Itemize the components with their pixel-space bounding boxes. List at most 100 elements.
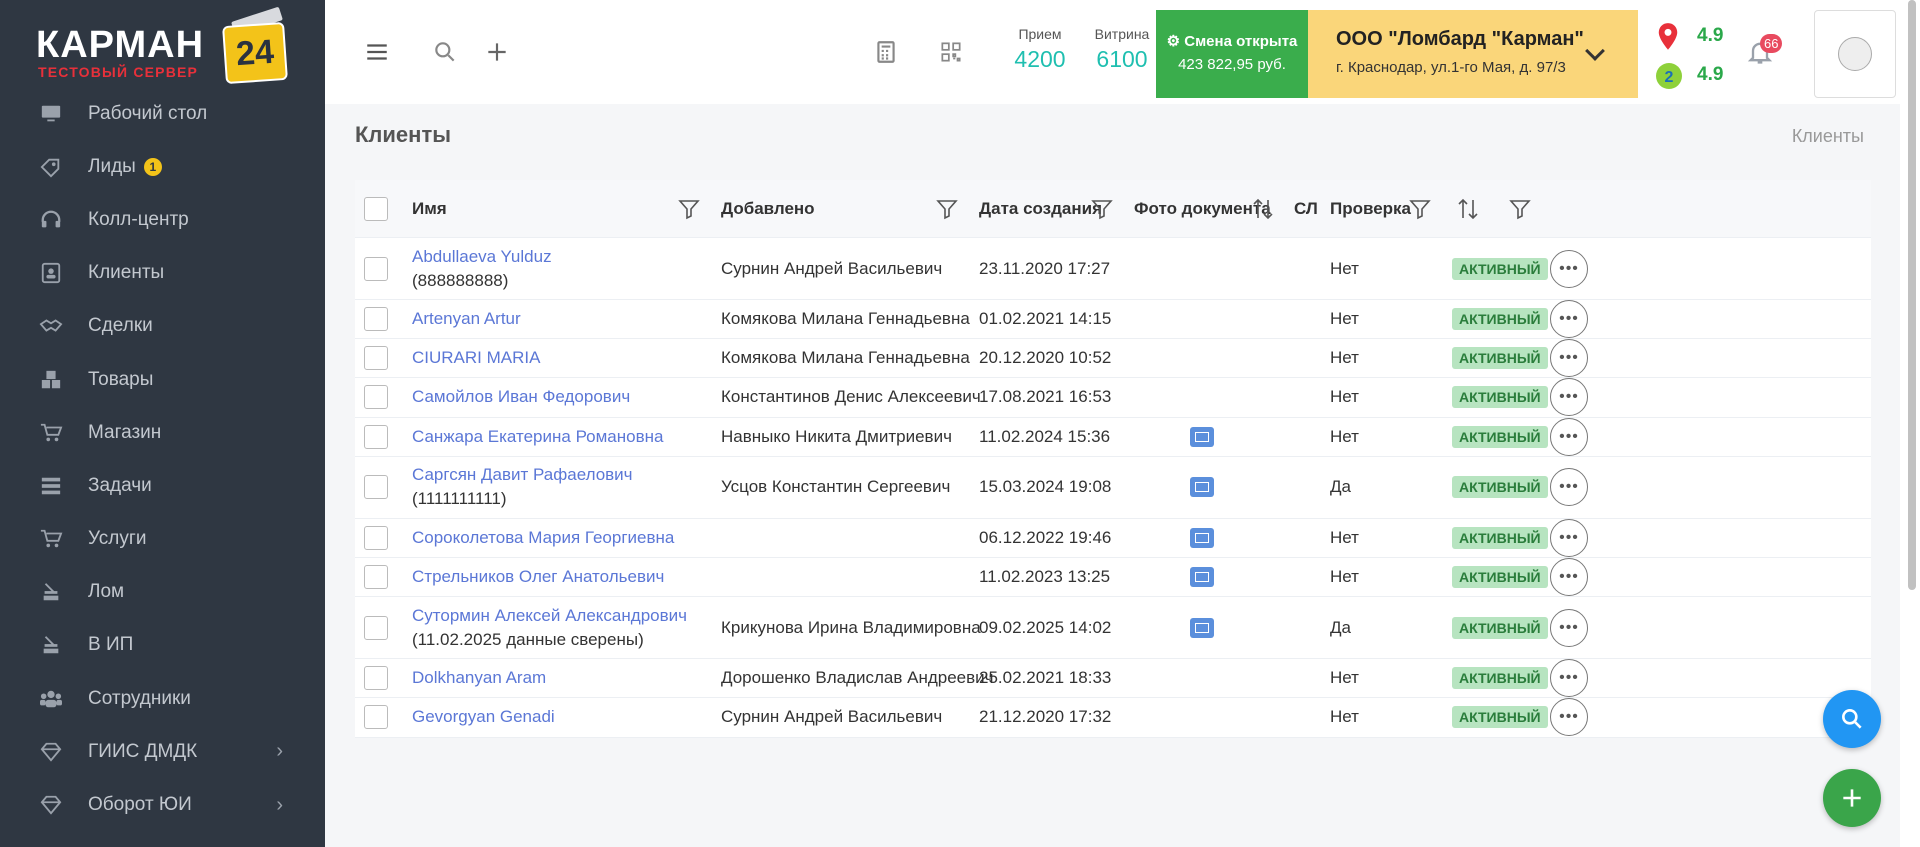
table-row[interactable]: Abdullaeva Yulduz (888888888) Сурнин Андре… [355,238,1871,300]
sidebar-item-4[interactable]: Сделки [0,300,325,353]
sidebar-item-12[interactable]: ГИИС ДМДК › [0,725,325,778]
kpi-vitrina[interactable]: Витрина 6100 [1085,26,1159,73]
filter-name-icon[interactable] [677,180,701,237]
table-row[interactable]: Стрельников Олег Анатольевич 11.02.2023 1… [355,557,1871,598]
table-row[interactable]: Саргсян Давит Рафаелович (1111111111) Усцо… [355,456,1871,519]
shift-status-button[interactable]: ⚙ Смена открыта 423 822,95 руб. [1156,10,1308,98]
add-fab-button[interactable] [1823,769,1881,827]
add-icon[interactable] [483,38,511,66]
sidebar-item-2[interactable]: Колл-центр [0,193,325,246]
row-actions-button[interactable]: ••• [1550,417,1588,456]
notifications-bell[interactable]: 66 [1746,34,1783,68]
row-checkbox[interactable] [364,705,388,730]
table-row[interactable]: Сороколетова Мария Георгиевна 06.12.2022 … [355,518,1871,558]
select-all-checkbox[interactable] [364,196,388,221]
sort-photo-icon[interactable] [1250,180,1276,237]
client-name-link[interactable]: Саргсян Давит Рафаелович [412,465,633,485]
table-header-row: Имя Добавлено Дата создания Фото докумен… [355,180,1871,238]
client-name-link[interactable]: CIURARI MARIA [412,348,540,368]
qr-code-icon[interactable] [937,38,965,66]
col-added-header[interactable]: Добавлено [721,180,815,237]
added-by: Крикунова Ирина Владимировна [721,617,981,637]
client-name-link[interactable]: Сутормин Алексей Александрович [412,606,687,626]
col-created-header[interactable]: Дата создания [979,180,1102,237]
sidebar-item-10[interactable]: В ИП [0,619,325,672]
sort-status-icon[interactable] [1455,180,1481,237]
client-name-link[interactable]: Сороколетова Мария Георгиевна [412,528,674,548]
row-actions-button[interactable]: ••• [1550,468,1588,507]
user-avatar[interactable] [1814,10,1896,98]
row-actions-button[interactable]: ••• [1550,378,1588,417]
search-icon[interactable] [431,38,459,66]
row-actions-button[interactable]: ••• [1550,518,1588,557]
row-checkbox[interactable] [364,256,388,281]
sidebar-item-1[interactable]: Лиды 1 [0,140,325,193]
table-row[interactable]: Artenyan Artur Комякова Милана Геннадьевн… [355,300,1871,340]
map-pin-icon [1658,23,1678,50]
row-checkbox[interactable] [364,666,388,691]
search-fab-button[interactable] [1823,690,1881,748]
col-sl-header[interactable]: СЛ [1294,180,1318,237]
row-actions-button[interactable]: ••• [1550,608,1588,647]
client-name-link[interactable]: Санжара Екатерина Романовна [412,427,663,447]
row-actions-button[interactable]: ••• [1550,339,1588,378]
sidebar-item-11[interactable]: Сотрудники [0,672,325,725]
filter-check-icon[interactable] [1408,180,1432,237]
filter-status-icon[interactable] [1508,180,1532,237]
org-selector[interactable]: ООО "Ломбард "Карман" г. Краснодар, ул.1… [1308,10,1638,98]
client-name-link[interactable]: Gevorgyan Genadi [412,707,555,727]
hamburger-menu-icon[interactable] [363,38,391,66]
filter-created-icon[interactable] [1090,180,1114,237]
row-actions-button[interactable]: ••• [1550,558,1588,597]
table-row[interactable]: Самойлов Иван Федорович Константинов Дени… [355,378,1871,418]
sidebar-item-7[interactable]: Задачи [0,459,325,512]
row-checkbox[interactable] [364,307,388,332]
document-photo-icon[interactable] [1190,426,1214,447]
row-checkbox[interactable] [364,525,388,550]
col-check-header[interactable]: Проверка [1330,180,1411,237]
client-name-link[interactable]: Artenyan Artur [412,309,521,329]
sidebar-item-13[interactable]: Оборот ЮИ › [0,778,325,831]
document-photo-icon[interactable] [1190,527,1214,548]
row-checkbox[interactable] [364,346,388,371]
table-row[interactable]: Gevorgyan Genadi Сурнин Андрей Васильевич… [355,698,1871,738]
rating-map[interactable]: 4.9 [1697,25,1723,47]
row-checkbox[interactable] [364,385,388,410]
kpi-priem[interactable]: Прием 4200 [1003,26,1077,73]
row-checkbox[interactable] [364,475,388,500]
row-actions-button[interactable]: ••• [1550,249,1588,288]
logo[interactable]: КАРМАН 24 ТЕСТОВЫЙ СЕРВЕР [36,6,288,85]
row-actions-button[interactable]: ••• [1550,698,1588,737]
client-name-link[interactable]: Dolkhanyan Aram [412,668,546,688]
sidebar-item-6[interactable]: Магазин [0,406,325,459]
table-row[interactable]: CIURARI MARIA Комякова Милана Геннадьевна… [355,339,1871,379]
org-address: г. Краснодар, ул.1-го Мая, д. 97/3 [1336,59,1566,76]
sidebar-item-3[interactable]: Клиенты [0,247,325,300]
sidebar-item-5[interactable]: Товары [0,353,325,406]
breadcrumb[interactable]: Клиенты [1792,126,1864,147]
client-name-link[interactable]: Abdullaeva Yulduz [412,247,552,267]
document-photo-icon[interactable] [1190,617,1214,638]
page-scrollbar[interactable] [1908,0,1916,590]
client-name-link[interactable]: Стрельников Олег Анатольевич [412,567,664,587]
table-row[interactable]: Dolkhanyan Aram Дорошенко Владислав Андре… [355,659,1871,699]
document-photo-icon[interactable] [1190,477,1214,498]
row-checkbox[interactable] [364,565,388,590]
sidebar-item-8[interactable]: Услуги [0,513,325,566]
row-checkbox[interactable] [364,424,388,449]
sidebar-item-0[interactable]: Рабочий стол [0,87,325,140]
status-badge: АКТИВНЫЙ [1452,308,1548,331]
row-actions-button[interactable]: ••• [1550,300,1588,339]
filter-added-icon[interactable] [935,180,959,237]
col-name-header[interactable]: Имя [412,180,447,237]
rating-2gis[interactable]: 4.9 [1697,64,1723,86]
row-checkbox[interactable] [364,615,388,640]
row-actions-button[interactable]: ••• [1550,659,1588,698]
table-row[interactable]: Санжара Екатерина Романовна Навныко Никит… [355,417,1871,457]
sidebar-item-9[interactable]: Лом [0,566,325,619]
client-name-link[interactable]: Самойлов Иван Федорович [412,387,630,407]
table-row[interactable]: Сутормин Алексей Александрович (11.02.202… [355,597,1871,660]
document-photo-icon[interactable] [1190,567,1214,588]
main-content: Клиенты Клиенты Имя Добавлено Дата созда… [325,104,1900,847]
calculator-icon[interactable] [872,38,900,66]
